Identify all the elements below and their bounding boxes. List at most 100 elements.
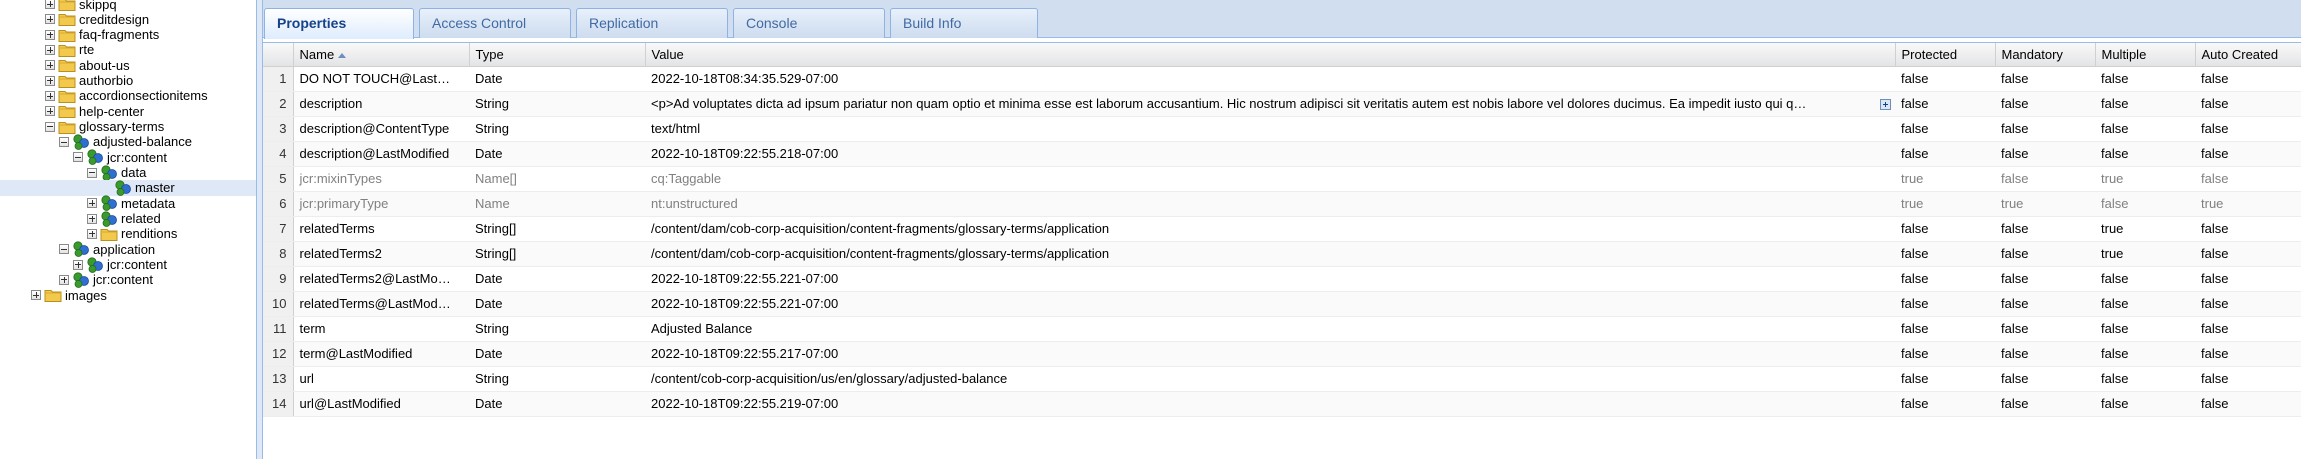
tree-node-label[interactable]: accordionsectionitems bbox=[79, 88, 208, 103]
column-header-protected[interactable]: Protected bbox=[1895, 43, 1996, 67]
cell-protected[interactable]: false bbox=[1895, 341, 1995, 367]
cell-value[interactable]: /content/cob-corp-acquisition/us/en/glos… bbox=[645, 366, 1895, 392]
tab-build-info[interactable]: Build Info bbox=[890, 8, 1038, 38]
cell-protected[interactable]: false bbox=[1895, 66, 1995, 92]
cell-type[interactable]: String[] bbox=[469, 216, 645, 242]
cell-auto-created[interactable]: false bbox=[2195, 141, 2301, 167]
cell-mandatory[interactable]: true bbox=[1995, 191, 2095, 217]
cell-name[interactable]: jcr:mixinTypes bbox=[293, 166, 469, 192]
cell-value[interactable]: /content/dam/cob-corp-acquisition/conten… bbox=[645, 241, 1895, 267]
cell-value[interactable]: <p>Ad voluptates dicta ad ipsum pariatur… bbox=[645, 91, 1895, 117]
tree-node-label[interactable]: skippq bbox=[79, 0, 117, 12]
expand-icon[interactable] bbox=[87, 198, 97, 209]
table-row[interactable]: 9 relatedTerms2@LastMo… Date 2022-10-18T09:… bbox=[263, 266, 2301, 292]
tree-node[interactable]: renditions bbox=[0, 226, 256, 241]
tree-node[interactable]: skippq bbox=[0, 0, 256, 12]
expand-icon[interactable] bbox=[45, 60, 55, 71]
cell-mandatory[interactable]: false bbox=[1995, 116, 2095, 142]
table-row[interactable]: 8 relatedTerms2 String[]/content/dam/cob-c… bbox=[263, 241, 2301, 267]
expand-icon[interactable] bbox=[87, 228, 97, 239]
cell-mandatory[interactable]: false bbox=[1995, 316, 2095, 342]
cell-auto-created[interactable]: false bbox=[2195, 366, 2301, 392]
table-row[interactable]: 5 jcr:mixinTypes Name[] cq:Taggable true fals… bbox=[263, 166, 2301, 192]
tree-node-label[interactable]: related bbox=[121, 211, 161, 226]
tree-node-label[interactable]: jcr:content bbox=[93, 272, 153, 287]
collapse-icon[interactable] bbox=[73, 152, 83, 163]
expand-icon[interactable] bbox=[45, 106, 55, 117]
tree-node[interactable]: master bbox=[0, 180, 256, 196]
cell-value[interactable]: 2022-10-18T09:22:55.217-07:00 bbox=[645, 341, 1895, 367]
column-header-mandatory[interactable]: Mandatory bbox=[1995, 43, 2096, 67]
cell-protected[interactable]: false bbox=[1895, 241, 1995, 267]
cell-name[interactable]: DO NOT TOUCH@Last… bbox=[293, 66, 469, 92]
collapse-icon[interactable] bbox=[59, 244, 69, 255]
cell-auto-created[interactable]: false bbox=[2195, 116, 2301, 142]
cell-name[interactable]: jcr:primaryType bbox=[293, 191, 469, 217]
cell-auto-created[interactable]: false bbox=[2195, 291, 2301, 317]
tree-node[interactable]: glossary-terms bbox=[0, 119, 256, 134]
cell-type[interactable]: Date bbox=[469, 341, 645, 367]
cell-multiple[interactable]: false bbox=[2095, 116, 2195, 142]
cell-multiple[interactable]: true bbox=[2095, 216, 2195, 242]
tree-node-label[interactable]: adjusted-balance bbox=[93, 134, 192, 149]
cell-protected[interactable]: false bbox=[1895, 391, 1995, 417]
tree-node[interactable]: metadata bbox=[0, 196, 256, 212]
column-header-auto-created[interactable]: Auto Created bbox=[2195, 43, 2301, 67]
tree-node[interactable]: related bbox=[0, 211, 256, 227]
repository-tree[interactable]: skippq creditdesign faq-fragments rte about-… bbox=[0, 0, 257, 459]
cell-mandatory[interactable]: false bbox=[1995, 266, 2095, 292]
tree-node[interactable]: application bbox=[0, 242, 256, 258]
tree-node[interactable]: rte bbox=[0, 42, 256, 57]
tree-node-label[interactable]: jcr:content bbox=[107, 257, 167, 272]
cell-mandatory[interactable]: false bbox=[1995, 391, 2095, 417]
tree-node[interactable]: authorbio bbox=[0, 73, 256, 88]
tree-node-label[interactable]: renditions bbox=[121, 226, 177, 241]
cell-name[interactable]: relatedTerms2@LastMo… bbox=[293, 266, 469, 292]
cell-name[interactable]: description@ContentType bbox=[293, 116, 469, 142]
cell-mandatory[interactable]: false bbox=[1995, 241, 2095, 267]
cell-auto-created[interactable]: false bbox=[2195, 216, 2301, 242]
tree-node[interactable]: accordionsectionitems bbox=[0, 88, 256, 103]
cell-type[interactable]: Date bbox=[469, 66, 645, 92]
cell-auto-created[interactable]: false bbox=[2195, 391, 2301, 417]
table-row[interactable]: 13 url String/content/cob-corp-acquisition… bbox=[263, 366, 2301, 392]
tree-node[interactable]: faq-fragments bbox=[0, 27, 256, 42]
cell-protected[interactable]: false bbox=[1895, 216, 1995, 242]
cell-multiple[interactable]: true bbox=[2095, 166, 2195, 192]
cell-multiple[interactable]: false bbox=[2095, 141, 2195, 167]
cell-name[interactable]: relatedTerms bbox=[293, 216, 469, 242]
tree-node[interactable]: jcr:content bbox=[0, 150, 256, 166]
expand-icon[interactable] bbox=[45, 75, 55, 86]
cell-multiple[interactable]: false bbox=[2095, 266, 2195, 292]
cell-protected[interactable]: false bbox=[1895, 316, 1995, 342]
cell-auto-created[interactable]: false bbox=[2195, 241, 2301, 267]
cell-name[interactable]: description bbox=[293, 91, 469, 117]
cell-name[interactable]: relatedTerms@LastMod… bbox=[293, 291, 469, 317]
cell-name[interactable]: description@LastModified bbox=[293, 141, 469, 167]
collapse-icon[interactable] bbox=[87, 167, 97, 178]
expand-icon[interactable] bbox=[45, 91, 55, 102]
cell-mandatory[interactable]: false bbox=[1995, 216, 2095, 242]
tree-node-label[interactable]: images bbox=[65, 288, 107, 303]
cell-name[interactable]: term@LastModified bbox=[293, 341, 469, 367]
cell-protected[interactable]: false bbox=[1895, 116, 1995, 142]
collapse-icon[interactable] bbox=[45, 121, 55, 132]
cell-value[interactable]: 2022-10-18T09:22:55.221-07:00 bbox=[645, 291, 1895, 317]
cell-auto-created[interactable]: false bbox=[2195, 166, 2301, 192]
tab-properties[interactable]: Properties bbox=[264, 8, 414, 39]
cell-value[interactable]: /content/dam/cob-corp-acquisition/conten… bbox=[645, 216, 1895, 242]
cell-name[interactable]: url@LastModified bbox=[293, 391, 469, 417]
cell-auto-created[interactable]: false bbox=[2195, 91, 2301, 117]
expand-icon[interactable] bbox=[73, 259, 83, 270]
expand-icon[interactable] bbox=[87, 213, 97, 224]
expand-icon[interactable] bbox=[45, 45, 55, 56]
cell-name[interactable]: term bbox=[293, 316, 469, 342]
cell-auto-created[interactable]: false bbox=[2195, 341, 2301, 367]
tree-node-label[interactable]: authorbio bbox=[79, 73, 133, 88]
cell-name[interactable]: url bbox=[293, 366, 469, 392]
cell-protected[interactable]: false bbox=[1895, 366, 1995, 392]
expand-icon[interactable] bbox=[45, 29, 55, 40]
tree-node[interactable]: jcr:content bbox=[0, 272, 256, 288]
cell-value[interactable]: 2022-10-18T09:22:55.219-07:00 bbox=[645, 391, 1895, 417]
table-row[interactable]: 12 term@LastModified Date 2022-10-18T09:22:… bbox=[263, 341, 2301, 367]
